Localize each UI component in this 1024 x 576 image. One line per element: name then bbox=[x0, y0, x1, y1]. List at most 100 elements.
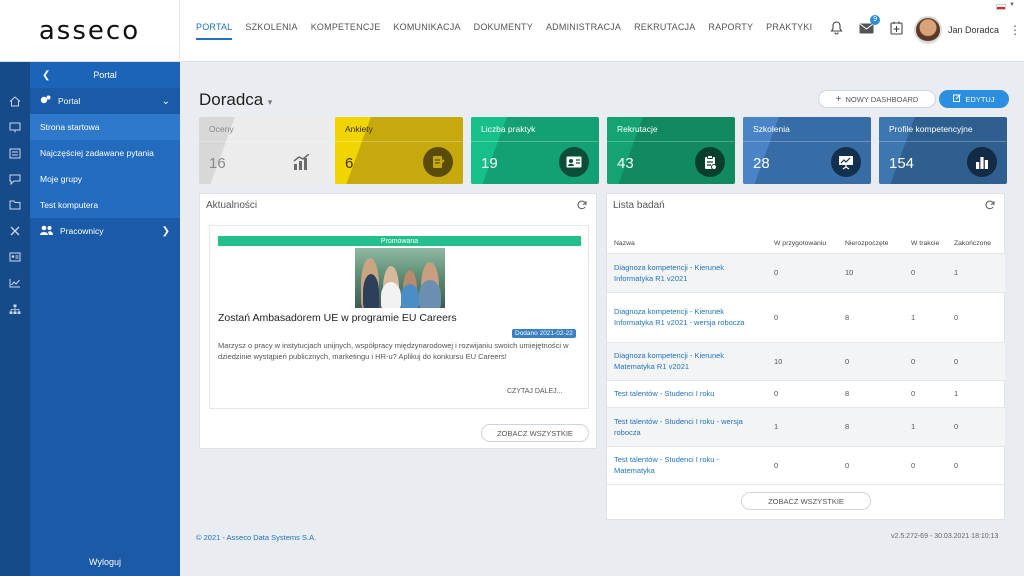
table-cell: 0 bbox=[947, 292, 1005, 343]
language-caret-icon[interactable]: ▼ bbox=[1009, 2, 1015, 8]
header-icons: 9 bbox=[828, 15, 904, 36]
table-row: Test talentów - Studenci I roku - Matema… bbox=[607, 446, 1005, 485]
top-bar: asseco PORTAL SZKOLENIA KOMPETENCJE KOMU… bbox=[0, 0, 1024, 62]
table-cell: 1 bbox=[947, 380, 1005, 408]
sidebar-header-label: Portal bbox=[93, 70, 117, 80]
table-cell: 8 bbox=[838, 380, 904, 408]
bar-chart-icon bbox=[967, 147, 997, 177]
sidebar-item-start-page[interactable]: Strona startowa bbox=[30, 114, 180, 140]
column-header: Nazwa bbox=[607, 219, 767, 254]
language-flag-icon[interactable] bbox=[996, 4, 1006, 10]
reports-icon[interactable] bbox=[0, 270, 30, 296]
study-name-link[interactable]: Diagnoza kompetencji - Kierunek Informat… bbox=[607, 292, 767, 343]
tile-value: 154 bbox=[889, 155, 915, 172]
tools-icon[interactable] bbox=[0, 218, 30, 244]
tile-value: 19 bbox=[481, 155, 498, 172]
communication-icon[interactable] bbox=[0, 166, 30, 192]
sidebar-group-portal[interactable]: Portal ⌄ bbox=[30, 88, 180, 114]
footer-version: v2.5.272-69 - 30.03.2021 18:10:13 bbox=[891, 533, 999, 540]
study-name-link[interactable]: Test talentów - Studenci I roku bbox=[607, 380, 767, 408]
study-name-link[interactable]: Diagnoza kompetencji - Kierunek Matematy… bbox=[607, 342, 767, 381]
study-name-link[interactable]: Test talentów - Studenci I roku - wersja… bbox=[607, 407, 767, 447]
kebab-menu-icon[interactable]: ⋮ bbox=[1009, 23, 1021, 37]
nav-administracja[interactable]: ADMINISTRACJA bbox=[546, 22, 621, 40]
table-cell: 0 bbox=[904, 380, 947, 408]
edit-button[interactable]: EDYTUJ bbox=[939, 90, 1009, 108]
table-cell: 0 bbox=[767, 446, 838, 485]
studies-see-all-button[interactable]: ZOBACZ WSZYSTKIE bbox=[741, 492, 871, 510]
sidebar-item-label: Najczęściej zadawane pytania bbox=[40, 148, 154, 158]
study-name-link[interactable]: Diagnoza kompetencji - Kierunek Informat… bbox=[607, 253, 767, 293]
news-body: Marzysz o pracy w instytucjach unijnych,… bbox=[218, 341, 569, 361]
sidebar-item-faq[interactable]: Najczęściej zadawane pytania bbox=[30, 140, 180, 166]
bell-icon[interactable] bbox=[828, 20, 844, 36]
column-header: Nierozpoczęte bbox=[838, 219, 904, 254]
users-icon bbox=[40, 225, 53, 238]
logo-area[interactable]: asseco bbox=[0, 0, 180, 62]
nav-raporty[interactable]: RAPORTY bbox=[708, 22, 753, 40]
nav-rekrutacja[interactable]: REKRUTACJA bbox=[634, 22, 695, 40]
sidebar-item-my-groups[interactable]: Moje grupy bbox=[30, 166, 180, 192]
nav-szkolenia[interactable]: SZKOLENIA bbox=[245, 22, 297, 40]
envelope-icon[interactable]: 9 bbox=[858, 15, 880, 36]
tile-rekrutacje[interactable]: Rekrutacje 43 bbox=[607, 117, 735, 184]
logout-button[interactable]: Wyloguj bbox=[30, 548, 180, 576]
news-headline[interactable]: Zostań Ambasadorem UE w programie EU Car… bbox=[218, 312, 457, 324]
training-icon[interactable] bbox=[0, 114, 30, 140]
table-header-row: Nazwa W przygotowaniu Nierozpoczęte W tr… bbox=[607, 219, 1005, 254]
page-title[interactable]: Doradca ▾ bbox=[199, 90, 272, 110]
table-cell: 0 bbox=[947, 446, 1005, 485]
nav-dokumenty[interactable]: DOKUMENTY bbox=[474, 22, 533, 40]
news-photo[interactable] bbox=[355, 248, 445, 308]
tile-ankiety[interactable]: Ankiety 6 bbox=[335, 117, 463, 184]
studies-table: Nazwa W przygotowaniu Nierozpoczęte W tr… bbox=[607, 219, 1005, 485]
user-menu[interactable]: Jan Doradca ⋮ bbox=[914, 16, 1021, 44]
refresh-icon[interactable] bbox=[577, 200, 587, 213]
id-card-icon bbox=[559, 147, 589, 177]
refresh-icon[interactable] bbox=[985, 200, 995, 213]
sidebar-group-workers-label: Pracownicy bbox=[60, 226, 104, 236]
avatar[interactable] bbox=[914, 16, 942, 44]
read-more-link[interactable]: CZYTAJ DALEJ... bbox=[507, 388, 563, 395]
sidebar-group-portal-label: Portal bbox=[58, 96, 81, 106]
tile-liczba-praktyk[interactable]: Liczba praktyk 19 bbox=[471, 117, 599, 184]
news-panel: Aktualności Promowana Zostań Ambasadorem… bbox=[199, 193, 597, 449]
home-icon[interactable] bbox=[0, 88, 30, 114]
folder-icon[interactable] bbox=[0, 192, 30, 218]
table-cell: 0 bbox=[838, 342, 904, 381]
tile-label: Oceny bbox=[209, 124, 234, 134]
edit-icon bbox=[953, 94, 962, 104]
tile-label: Szkolenia bbox=[753, 124, 790, 134]
table-cell: 8 bbox=[838, 292, 904, 343]
sidebar-item-label: Test komputera bbox=[40, 200, 99, 210]
recruitment-icon[interactable] bbox=[0, 244, 30, 270]
study-name-link[interactable]: Test talentów - Studenci I roku - Matema… bbox=[607, 446, 767, 485]
calendar-add-icon[interactable] bbox=[888, 20, 904, 36]
news-see-all-button[interactable]: ZOBACZ WSZYSTKIE bbox=[481, 424, 589, 442]
tile-profile-kompetencyjne[interactable]: Profile kompetencyjne 154 bbox=[879, 117, 1007, 184]
main-nav: PORTAL SZKOLENIA KOMPETENCJE KOMUNIKACJA… bbox=[196, 22, 825, 40]
sidebar-item-computer-test[interactable]: Test komputera bbox=[30, 192, 180, 218]
table-cell: 10 bbox=[838, 253, 904, 293]
nav-komunikacja[interactable]: KOMUNIKACJA bbox=[393, 22, 460, 40]
tile-oceny[interactable]: Oceny 16 bbox=[199, 117, 327, 184]
chevron-left-icon[interactable]: ❮ bbox=[42, 70, 50, 81]
org-chart-icon[interactable] bbox=[0, 296, 30, 322]
new-dashboard-button[interactable]: + NOWY DASHBOARD bbox=[818, 90, 936, 108]
tile-szkolenia[interactable]: Szkolenia 28 bbox=[743, 117, 871, 184]
nav-portal[interactable]: PORTAL bbox=[196, 22, 233, 40]
caret-down-icon: ▾ bbox=[265, 97, 273, 107]
table-cell: 1 bbox=[947, 253, 1005, 293]
sidebar-group-workers[interactable]: Pracownicy ❯ bbox=[30, 218, 180, 244]
column-header: Zakończone bbox=[947, 219, 1005, 254]
survey-icon bbox=[423, 147, 453, 177]
competences-icon[interactable] bbox=[0, 140, 30, 166]
nav-praktyki[interactable]: PRAKTYKI bbox=[766, 22, 812, 40]
news-panel-title: Aktualności bbox=[206, 200, 258, 211]
new-dashboard-label: NOWY DASHBOARD bbox=[845, 94, 919, 104]
nav-kompetencje[interactable]: KOMPETENCJE bbox=[311, 22, 381, 40]
footer-copyright[interactable]: © 2021 - Asseco Data Systems S.A. bbox=[196, 533, 316, 542]
news-card[interactable]: Promowana Zostań Ambasadorem UE w progra… bbox=[209, 225, 589, 409]
table-row: Diagnoza kompetencji - Kierunek Informat… bbox=[607, 253, 1005, 293]
column-header: W trakcie bbox=[904, 219, 947, 254]
